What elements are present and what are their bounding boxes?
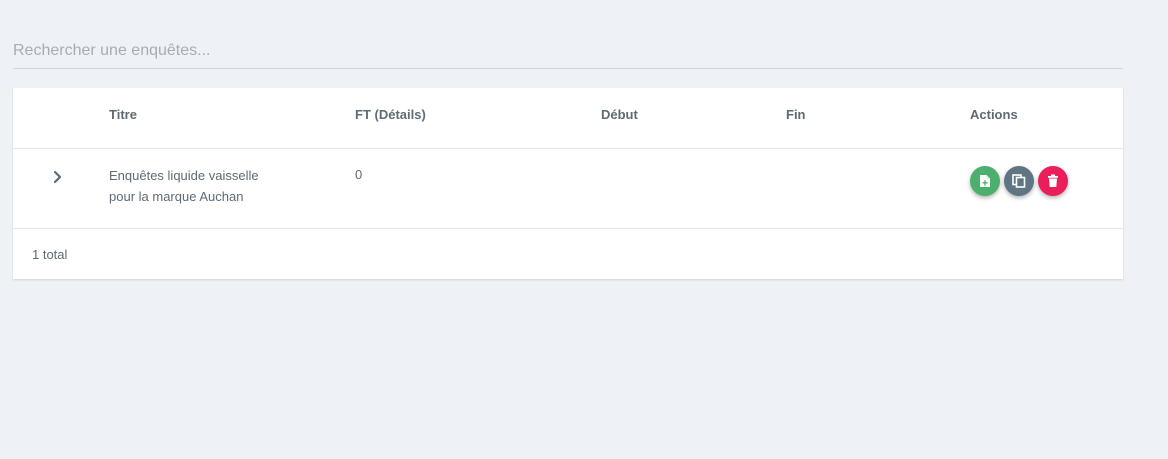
column-header-fin[interactable]: Fin [786, 107, 806, 122]
column-header-ft-details[interactable]: FT (Détails) [355, 107, 426, 122]
row-actions [970, 166, 1068, 196]
column-header-debut[interactable]: Début [601, 107, 638, 122]
total-count: 1 total [32, 247, 68, 262]
surveys-table-card: Titre FT (Détails) Début Fin Actions Enq… [13, 88, 1123, 279]
title-line-2: pour la marque Auchan [109, 189, 244, 204]
delete-button[interactable] [1038, 166, 1068, 196]
search-input[interactable] [13, 36, 1123, 66]
column-header-titre[interactable]: Titre [109, 107, 137, 122]
add-document-icon [980, 175, 990, 187]
add-document-button[interactable] [970, 166, 1000, 196]
cell-ft-details: 0 [355, 167, 363, 182]
trash-icon [1048, 174, 1058, 187]
table-header: Titre FT (Détails) Début Fin Actions [13, 88, 1123, 149]
copy-button[interactable] [1004, 166, 1034, 196]
cell-titre: Enquêtes liquide vaisselle pour la marqu… [109, 165, 289, 207]
expand-row-button[interactable] [46, 165, 70, 189]
title-line-1: Enquêtes liquide vaisselle [109, 168, 259, 183]
chevron-right-icon [53, 170, 62, 184]
column-header-actions: Actions [970, 107, 1018, 122]
search-bar [13, 36, 1123, 69]
table-row: Enquêtes liquide vaisselle pour la marqu… [13, 149, 1123, 229]
copy-icon [1012, 174, 1026, 188]
